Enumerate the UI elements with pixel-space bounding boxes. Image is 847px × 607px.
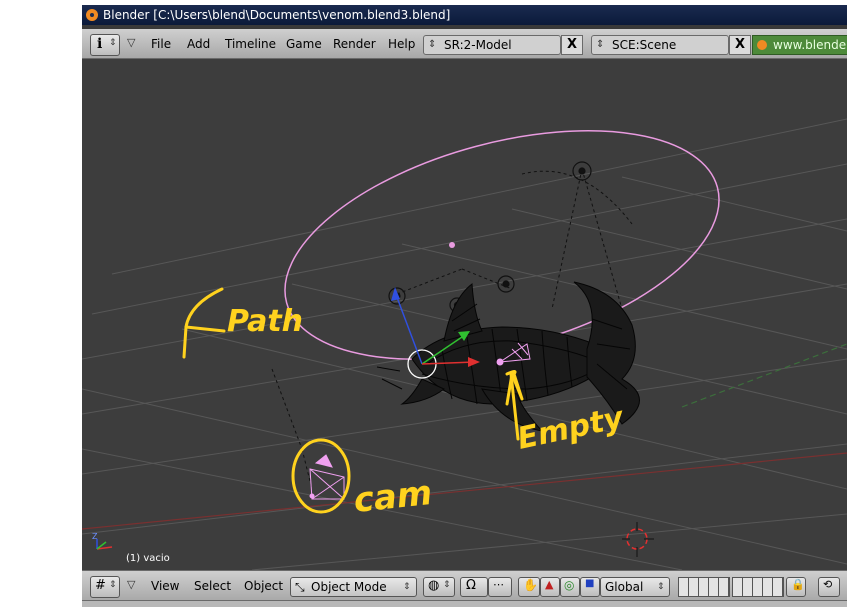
blender-logo-icon	[757, 40, 767, 50]
manipulator-translate-button[interactable]: ▲	[540, 577, 560, 597]
annotation-cam: cam	[352, 473, 434, 521]
menu-select[interactable]: Select	[194, 577, 231, 595]
updown-arrows-icon: ⇕	[109, 38, 117, 48]
website-link[interactable]: www.blender	[752, 35, 847, 55]
menu-game[interactable]: Game	[286, 35, 322, 53]
orientation-selector[interactable]: Global ⇕	[600, 577, 670, 597]
lock-icon: 🔒	[791, 578, 805, 591]
menu-file[interactable]: File	[151, 35, 171, 53]
updown-arrows-icon: ⇕	[596, 39, 605, 50]
menu-object[interactable]: Object	[244, 577, 283, 595]
pivot-icon: Ω	[466, 578, 476, 593]
updown-arrows-icon: ⇕	[403, 582, 411, 592]
axis-gizmo	[96, 539, 113, 550]
pivot-button[interactable]: Ω	[460, 577, 488, 597]
view-type-button[interactable]: # ⇕	[90, 576, 120, 598]
scene-delete-button[interactable]: X	[729, 35, 751, 55]
window-title: Blender [C:\Users\blend\Documents\venom.…	[103, 8, 451, 22]
viewport-status: (1) vacio	[126, 553, 170, 564]
triangle-icon: ▲	[545, 578, 554, 591]
updown-arrows-icon: ⇕	[109, 580, 117, 590]
3d-view-header: # ⇕ ▽ View Select Object ⤡ Object Mode ⇕…	[82, 570, 847, 601]
scene-selector[interactable]: ⇕ SCE:Scene	[591, 35, 729, 55]
title-bar: Blender [C:\Users\blend\Documents\venom.…	[82, 5, 847, 25]
mode-label: Object Mode	[311, 580, 387, 594]
layer-buttons[interactable]	[678, 577, 784, 597]
menu-render[interactable]: Render	[333, 35, 376, 53]
3d-cursor[interactable]	[622, 522, 654, 557]
manipulator-scale-button[interactable]: ■	[580, 577, 600, 597]
manipulator-hand-button[interactable]: ✋	[518, 577, 540, 597]
updown-arrows-icon: ⇕	[657, 582, 665, 592]
blender-window: Blender [C:\Users\blend\Documents\venom.…	[82, 5, 847, 607]
snap-button[interactable]: ⋯	[488, 577, 512, 597]
grid-view-icon: #	[95, 578, 106, 593]
screen-name: SR:2-Model	[444, 38, 512, 52]
axis-label-z: Z	[92, 532, 98, 541]
collapse-triangle-icon[interactable]: ▽	[127, 36, 135, 49]
orientation-label: Global	[605, 580, 644, 594]
object-mode-icon: ⤡	[295, 580, 305, 594]
menu-add[interactable]: Add	[187, 35, 210, 53]
mode-selector[interactable]: ⤡ Object Mode ⇕	[290, 577, 417, 597]
info-icon: i	[97, 36, 103, 52]
menu-timeline[interactable]: Timeline	[225, 35, 276, 53]
annotation-empty: Empty	[514, 400, 627, 457]
snap-icon: ⋯	[493, 578, 504, 591]
annotation-path: Path	[227, 304, 303, 339]
website-label: www.blender	[773, 38, 847, 52]
scene-name: SCE:Scene	[612, 38, 677, 52]
updown-arrows-icon: ⇕	[428, 39, 437, 50]
lamp-objects[interactable]	[388, 161, 592, 313]
x-axis-line	[82, 452, 847, 530]
menu-bar: i ⇕ ▽ File Add Timeline Game Render Help…	[82, 29, 847, 59]
render-icon: ⟲	[823, 578, 833, 591]
collapse-triangle-icon[interactable]: ▽	[127, 578, 135, 591]
y-axis-line	[681, 343, 847, 408]
path-point	[449, 242, 455, 248]
manipulator-rotate-button[interactable]: ◎	[560, 577, 580, 597]
hand-icon: ✋	[523, 578, 538, 592]
window-type-button[interactable]: i ⇕	[90, 34, 120, 56]
lock-button[interactable]: 🔒	[786, 577, 806, 597]
screen-delete-button[interactable]: X	[561, 35, 583, 55]
screen-selector[interactable]: ⇕ SR:2-Model	[423, 35, 561, 55]
ring-icon: ◎	[564, 578, 575, 592]
menu-help[interactable]: Help	[388, 35, 415, 53]
menu-view[interactable]: View	[151, 577, 179, 595]
blender-logo-icon	[86, 9, 98, 21]
buttons-window-header	[82, 600, 847, 607]
sphere-shading-icon: ◍	[428, 578, 440, 593]
render-preview-button[interactable]: ⟲	[818, 577, 840, 597]
draw-type-button[interactable]: ◍ ⇕	[423, 577, 455, 597]
updown-arrows-icon: ⇕	[443, 580, 451, 590]
square-icon: ■	[585, 578, 595, 589]
3d-viewport[interactable]: Path Empty cam Z (1) vacio	[82, 59, 847, 570]
camera-object[interactable]	[309, 454, 345, 500]
